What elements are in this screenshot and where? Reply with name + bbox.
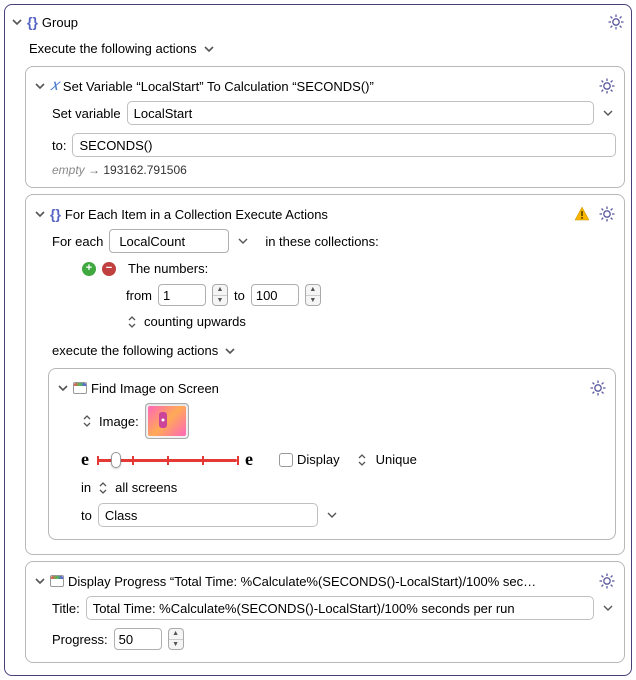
- gear-icon[interactable]: [607, 13, 625, 31]
- findimg-to-input[interactable]: [100, 505, 316, 525]
- setvar-expr-input[interactable]: [74, 135, 614, 155]
- counting-updown-icon[interactable]: [126, 316, 138, 328]
- progress-title: Display Progress “Total Time: %Calculate…: [68, 574, 538, 589]
- warning-icon: [574, 206, 590, 222]
- in-label: in: [81, 480, 91, 495]
- remove-collection-button[interactable]: −: [102, 262, 116, 276]
- foreach-var-input[interactable]: [114, 232, 224, 250]
- gear-icon[interactable]: [598, 77, 616, 95]
- disclose-inner-actions[interactable]: [224, 345, 236, 357]
- variable-icon: 𝑥: [50, 77, 59, 95]
- foreach-title: For Each Item in a Collection Execute Ac…: [65, 207, 328, 222]
- fuzziness-slider[interactable]: [97, 451, 237, 469]
- display-checkbox[interactable]: Display: [279, 452, 340, 467]
- setvar-result-line: empty → 193162.791506: [34, 161, 616, 179]
- disclose-findimg[interactable]: [57, 382, 69, 394]
- gear-icon[interactable]: [598, 572, 616, 590]
- fuzzy-left-icon: e: [81, 449, 89, 470]
- counting-label[interactable]: counting upwards: [144, 314, 246, 329]
- fuzzy-right-icon: e: [245, 449, 253, 470]
- foreach-var-field[interactable]: [109, 229, 229, 253]
- progress-value-input[interactable]: [114, 628, 162, 650]
- image-well[interactable]: [145, 403, 189, 439]
- to-stepper[interactable]: ▲▼: [305, 284, 321, 306]
- from-label: from: [126, 288, 152, 303]
- unique-label[interactable]: Unique: [376, 452, 417, 467]
- window-icon: [73, 382, 87, 394]
- disclose-setvar[interactable]: [34, 80, 46, 92]
- progress-title-input[interactable]: [88, 598, 592, 618]
- screens-label[interactable]: all screens: [115, 480, 177, 495]
- foreach-exec-label: execute the following actions: [52, 343, 218, 358]
- from-stepper[interactable]: ▲▼: [212, 284, 228, 306]
- findimg-title: Find Image on Screen: [91, 381, 219, 396]
- progress-panel: Display Progress “Total Time: %Calculate…: [25, 561, 625, 663]
- foreach-label: For each: [52, 234, 103, 249]
- window-icon: [50, 575, 64, 587]
- disclose-progress[interactable]: [34, 575, 46, 587]
- unique-updown-icon[interactable]: [356, 454, 368, 466]
- image-thumbnail: [148, 406, 186, 436]
- findimg-to-menu[interactable]: [324, 510, 340, 520]
- braces-icon: {}: [27, 14, 38, 30]
- screens-updown-icon[interactable]: [97, 482, 109, 494]
- disclose-group[interactable]: [11, 16, 23, 28]
- findimg-to-field[interactable]: [98, 503, 318, 527]
- progress-value-label: Progress:: [52, 632, 108, 647]
- from-input[interactable]: [158, 284, 206, 306]
- foreach-in-label: in these collections:: [265, 234, 378, 249]
- to-input[interactable]: [251, 284, 299, 306]
- setvar-name-field[interactable]: [127, 101, 594, 125]
- findimg-panel: Find Image on Screen Image: e: [48, 368, 616, 540]
- display-label: Display: [297, 452, 340, 467]
- setvar-name-input[interactable]: [129, 103, 592, 123]
- group-title: Group: [42, 15, 78, 30]
- group-panel: {} Group Execute the following actions 𝑥…: [4, 4, 632, 676]
- progress-title-label: Title:: [52, 601, 80, 616]
- setvar-panel: 𝑥 Set Variable “LocalStart” To Calculati…: [25, 66, 625, 188]
- gear-icon[interactable]: [589, 379, 607, 397]
- numbers-label: The numbers:: [128, 261, 208, 276]
- setvar-to-label: to:: [52, 138, 66, 153]
- disclose-foreach[interactable]: [34, 208, 46, 220]
- setvar-expr-field[interactable]: [72, 133, 616, 157]
- setvar-name-menu[interactable]: [600, 108, 616, 118]
- group-subtitle: Execute the following actions: [29, 41, 197, 56]
- progress-title-field[interactable]: [86, 596, 594, 620]
- image-updown-icon[interactable]: [81, 415, 93, 427]
- add-collection-button[interactable]: +: [82, 262, 96, 276]
- setvar-label: Set variable: [52, 106, 121, 121]
- progress-title-menu[interactable]: [600, 603, 616, 613]
- gear-icon[interactable]: [598, 205, 616, 223]
- braces-icon: {}: [50, 206, 61, 222]
- disclose-actions[interactable]: [203, 43, 215, 55]
- findimg-to-label: to: [81, 508, 92, 523]
- image-label: Image:: [99, 414, 139, 429]
- foreach-var-menu[interactable]: [235, 236, 251, 246]
- foreach-panel: {} For Each Item in a Collection Execute…: [25, 194, 625, 555]
- setvar-title: Set Variable “LocalStart” To Calculation…: [63, 79, 374, 94]
- to-label: to: [234, 288, 245, 303]
- progress-stepper[interactable]: ▲▼: [168, 628, 184, 650]
